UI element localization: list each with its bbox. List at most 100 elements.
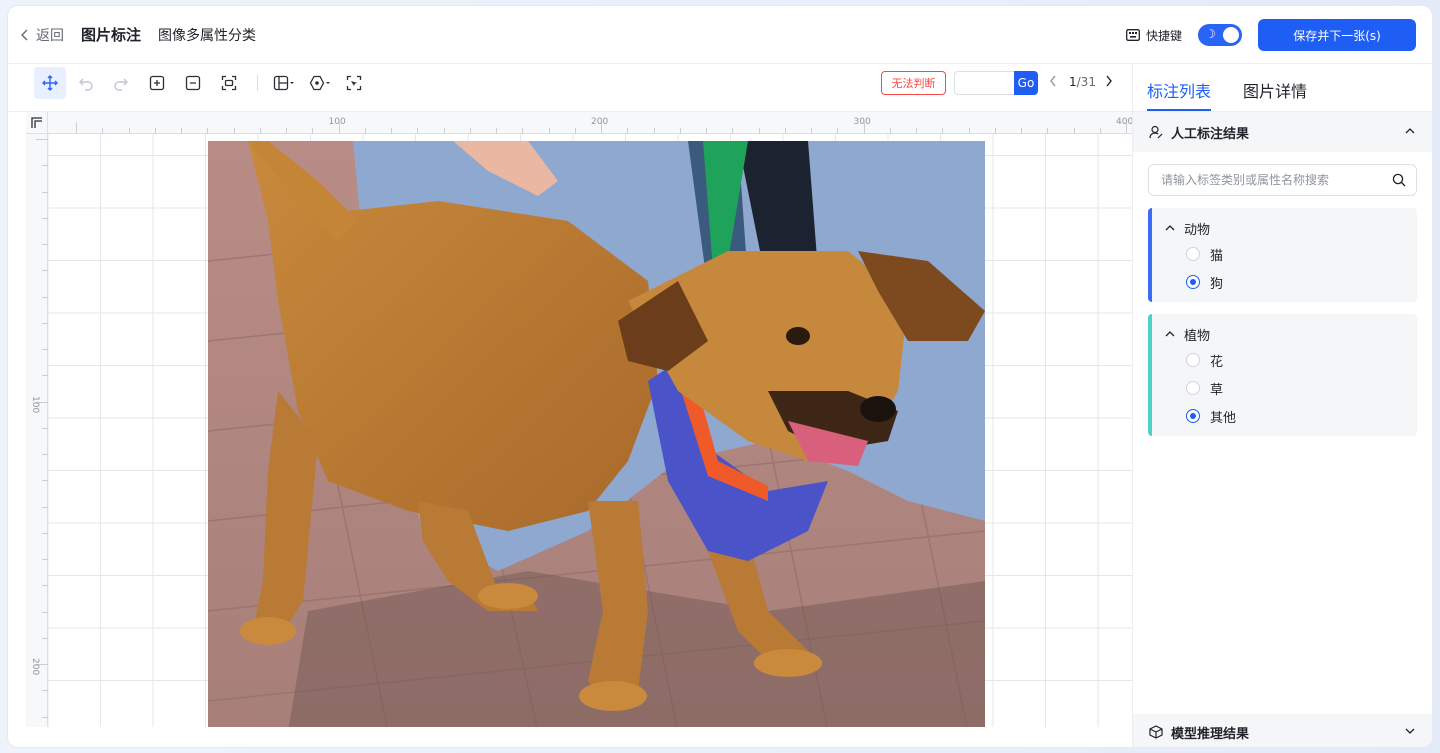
- ruler-tick: [259, 128, 261, 134]
- option-flower[interactable]: 花: [1152, 346, 1417, 374]
- ruler-tick: [42, 427, 48, 429]
- page-jump-input[interactable]: [954, 71, 1014, 95]
- ruler-tick: [42, 690, 48, 692]
- redo-icon: [114, 78, 128, 91]
- ruler-tick: [391, 128, 392, 134]
- next-page-button[interactable]: [1104, 73, 1114, 92]
- go-button[interactable]: Go: [1014, 71, 1038, 95]
- model-inference-header[interactable]: 模型推理结果: [1133, 714, 1432, 747]
- ruler-tick: [42, 375, 48, 377]
- ruler-tick: [548, 128, 550, 134]
- ruler-tick: [496, 128, 497, 134]
- option-dog[interactable]: 狗: [1152, 268, 1417, 296]
- ruler-tick: [181, 128, 182, 134]
- option-other[interactable]: 其他: [1152, 402, 1417, 430]
- ruler-tick: [42, 585, 48, 587]
- ruler-tick: [942, 128, 944, 134]
- page-current: 1: [1069, 75, 1077, 89]
- group-header-plant[interactable]: 植物: [1152, 322, 1417, 346]
- annotation-app: 返回 图片标注 图像多属性分类 快捷键 ☽ 保存并下一张(s) 无法判断 Go …: [8, 6, 1432, 747]
- search-icon[interactable]: [1392, 173, 1406, 187]
- ruler-tick: [154, 128, 156, 134]
- label-group-plant: 植物 花 草 其他: [1148, 314, 1417, 436]
- label-search-input[interactable]: [1149, 165, 1416, 195]
- ruler-tick: [522, 128, 524, 134]
- group-name: 植物: [1184, 328, 1211, 344]
- ruler-tick: [76, 122, 77, 134]
- ruler-tick: [128, 128, 130, 134]
- radio-button-selected[interactable]: [1186, 409, 1200, 423]
- chevron-down-icon: [1405, 728, 1415, 734]
- option-grass[interactable]: 草: [1152, 374, 1417, 402]
- smart-select-button[interactable]: [338, 67, 370, 99]
- tab-annotation-list[interactable]: 标注列表: [1147, 78, 1211, 111]
- undo-button[interactable]: [70, 67, 102, 99]
- tab-image-details[interactable]: 图片详情: [1243, 78, 1307, 111]
- radio-button[interactable]: [1186, 353, 1200, 367]
- top-header: 返回 图片标注 图像多属性分类 快捷键 ☽ 保存并下一张(s): [8, 6, 1432, 64]
- fit-screen-icon: [221, 75, 237, 91]
- back-button[interactable]: 返回: [20, 25, 64, 45]
- polygon-dropdown[interactable]: [302, 67, 338, 99]
- ruler-tick: [42, 480, 48, 482]
- fit-screen-button[interactable]: [213, 67, 245, 99]
- ruler-tick: [286, 128, 287, 134]
- group-name: 动物: [1184, 222, 1211, 238]
- ruler-tick: [207, 128, 209, 134]
- option-label: 狗: [1210, 276, 1224, 292]
- chevron-left-icon: [21, 29, 28, 40]
- option-label: 花: [1210, 354, 1224, 370]
- ruler-label: 300: [853, 117, 871, 127]
- moon-icon: ☽: [1205, 27, 1216, 41]
- option-cat[interactable]: 猫: [1152, 240, 1417, 268]
- ruler-tick: [42, 611, 48, 613]
- ruler-tick: [312, 128, 314, 134]
- keyboard-icon: [1126, 29, 1140, 41]
- shortcut-button[interactable]: 快捷键: [1126, 27, 1182, 44]
- radio-button[interactable]: [1186, 247, 1200, 261]
- ruler-label: 200: [591, 117, 609, 127]
- save-and-next-button[interactable]: 保存并下一张(s): [1258, 19, 1416, 51]
- ruler-tick: [42, 270, 48, 272]
- ruler-tick: [916, 128, 917, 134]
- dog-photo: [208, 141, 985, 727]
- ruler-tick: [811, 128, 812, 134]
- vertical-ruler: 100 200: [26, 134, 48, 727]
- ruler-corner-icon: [26, 112, 48, 134]
- manual-annotation-header[interactable]: 人工标注结果: [1133, 112, 1432, 152]
- ruler-tick: [889, 128, 891, 134]
- label-search: [1148, 164, 1417, 196]
- redo-button[interactable]: [105, 67, 137, 99]
- ruler-label: 200: [30, 658, 40, 676]
- ruler-tick: [653, 128, 655, 134]
- group-header-animal[interactable]: 动物: [1152, 216, 1417, 240]
- canvas-toolbar: 无法判断 Go 1/31: [8, 64, 1132, 112]
- radio-button[interactable]: [1186, 381, 1200, 395]
- ruler-tick: [42, 559, 48, 560]
- zoom-in-icon: [149, 75, 165, 91]
- ruler-tick: [42, 506, 48, 508]
- move-tool-button[interactable]: [34, 67, 66, 99]
- dark-mode-toggle[interactable]: ☽: [1198, 24, 1242, 46]
- ruler-tick: [417, 128, 419, 134]
- zoom-out-button[interactable]: [177, 67, 209, 99]
- cannot-judge-button[interactable]: 无法判断: [881, 71, 946, 95]
- smart-select-icon: [346, 75, 362, 91]
- layout-dropdown[interactable]: [266, 67, 302, 99]
- side-tabs: 标注列表 图片详情: [1133, 64, 1432, 112]
- annotation-canvas[interactable]: 100 200 300 400 100 200: [26, 112, 1132, 727]
- zoom-in-button[interactable]: [141, 67, 173, 99]
- previous-page-button[interactable]: [1048, 73, 1058, 92]
- option-label: 其他: [1210, 410, 1237, 426]
- ruler-tick: [42, 217, 48, 219]
- ruler-tick: [42, 637, 48, 639]
- ruler-tick: [102, 128, 104, 134]
- ruler-tick: [443, 128, 445, 134]
- ruler-tick: [968, 128, 970, 134]
- ruler-label: 100: [30, 395, 40, 413]
- polygon-icon: [309, 75, 330, 91]
- option-label: 草: [1210, 382, 1224, 398]
- ruler-tick: [469, 128, 471, 134]
- radio-button-selected[interactable]: [1186, 275, 1200, 289]
- ruler-tick: [1073, 128, 1075, 134]
